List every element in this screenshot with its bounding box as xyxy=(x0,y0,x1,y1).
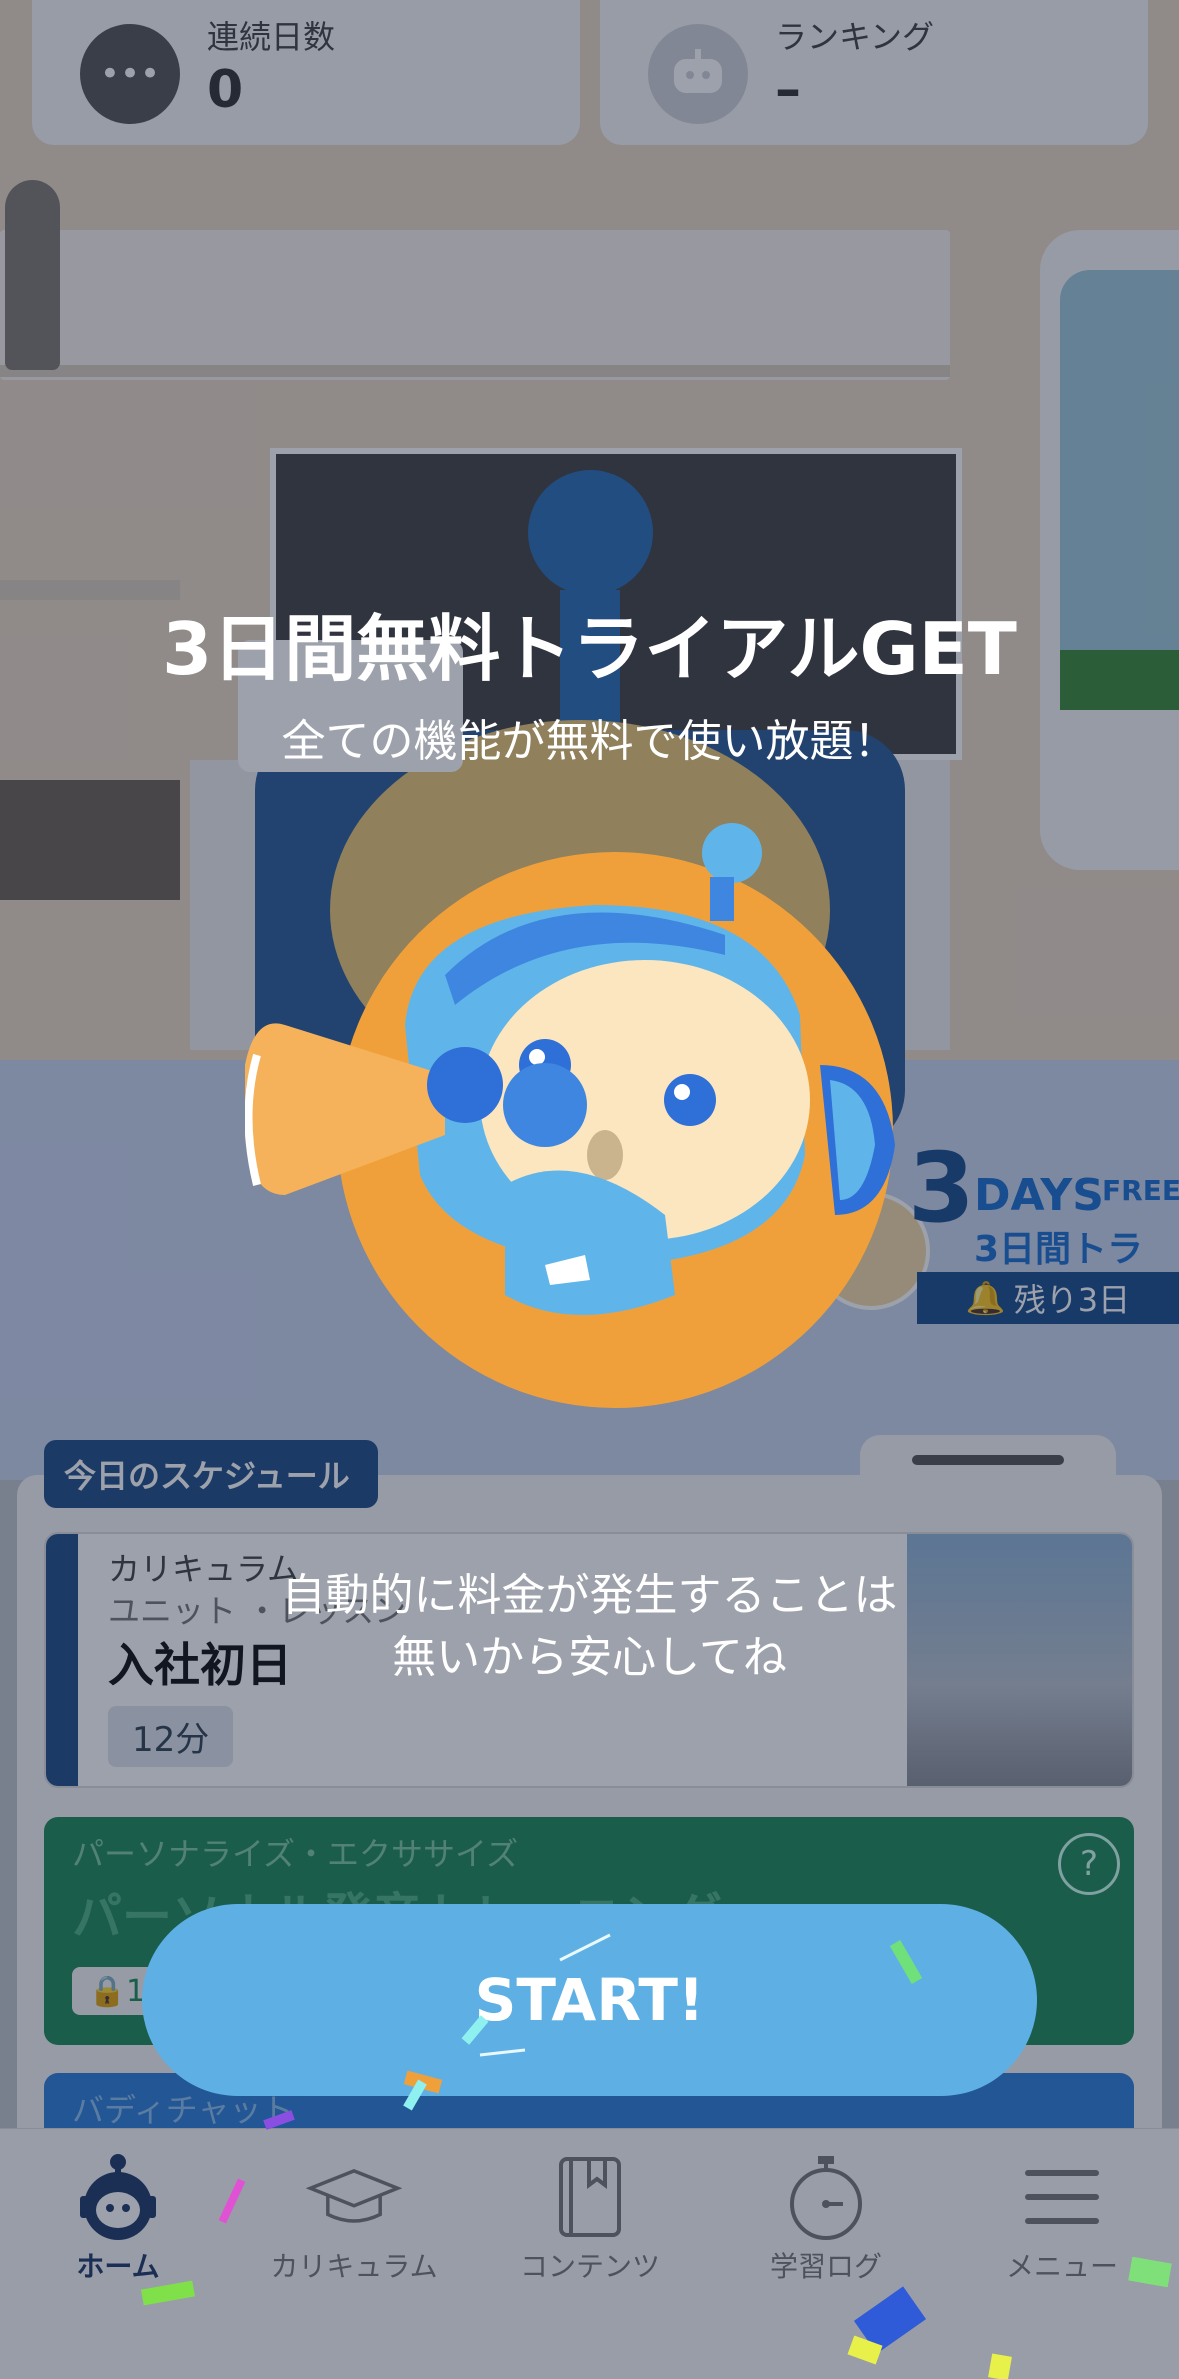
confetti xyxy=(141,1933,1172,2379)
